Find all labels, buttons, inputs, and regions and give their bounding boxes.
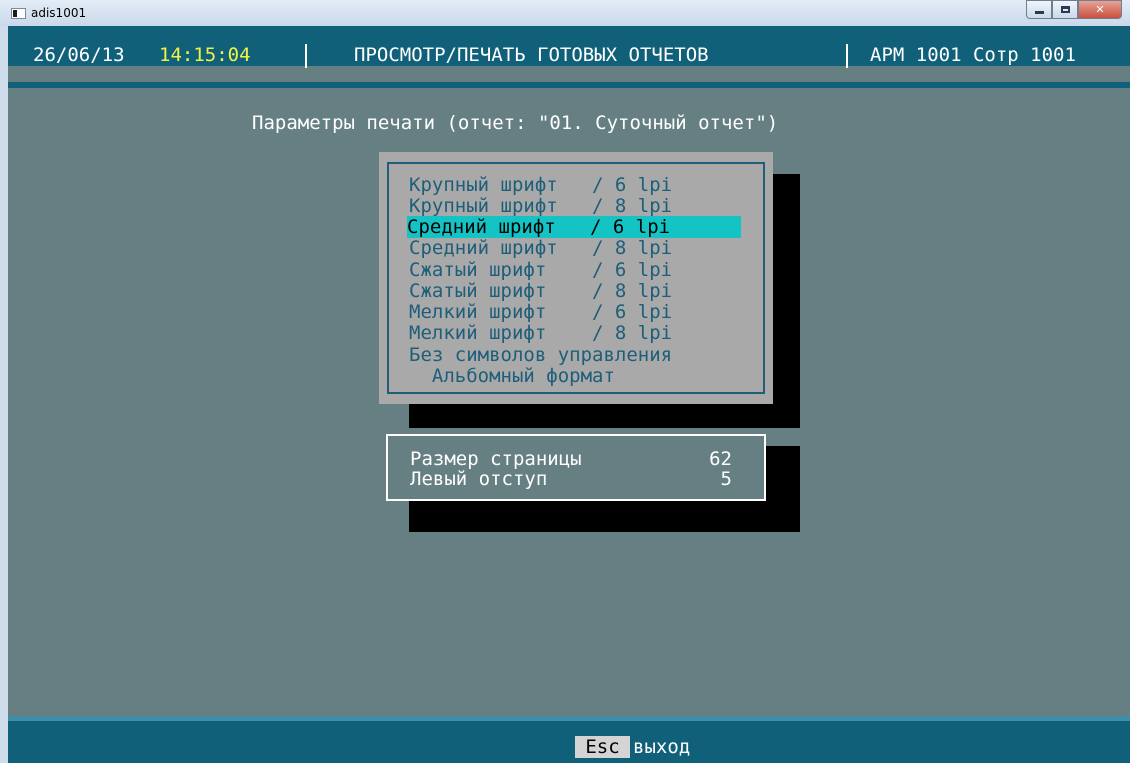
esc-key[interactable]: Esc [575,736,630,758]
header-title: ПРОСМОТР/ПЕЧАТЬ ГОТОВЫХ ОТЧЕТОВ [354,44,709,66]
window-left-border [0,26,8,763]
header-separator [305,44,307,68]
font-option-selected[interactable]: Средний шрифт / 6 lpi [407,216,741,238]
font-option[interactable]: Мелкий шрифт / 6 lpi [409,301,743,323]
left-margin-value[interactable]: 5 [721,468,732,490]
window-titlebar[interactable]: adis1001 ✕ [0,0,1130,26]
no-control-chars-option[interactable]: Без символов управления [409,344,743,366]
footer-line [8,716,1130,721]
app-icon [11,8,26,19]
landscape-format-option[interactable]: Альбомный формат [409,365,743,387]
header-time: 14:15:04 [159,44,251,66]
header-workstation: АРМ 1001 Сотр 1001 [870,44,1076,66]
exit-label: выход [633,736,691,758]
menu-shadow-right [773,174,800,428]
font-option[interactable]: Крупный шрифт / 6 lpi [409,174,743,196]
page-size-value[interactable]: 62 [709,448,732,470]
maximize-button[interactable] [1052,0,1078,19]
footer-bar: Esc выход [8,716,1130,763]
font-menu-panel: Крупный шрифт / 6 lpi Крупный шрифт / 8 … [379,152,773,404]
menu-shadow-bottom [409,404,800,428]
header-bar: 26/06/13 14:15:04 ПРОСМОТР/ПЕЧАТЬ ГОТОВЫ… [8,26,1130,68]
close-button[interactable]: ✕ [1078,0,1122,19]
font-option[interactable]: Крупный шрифт / 8 lpi [409,195,743,217]
close-icon: ✕ [1095,3,1105,16]
window-title: adis1001 [31,6,87,20]
window-controls: ✕ [1026,0,1122,20]
page-subtitle: Параметры печати (отчет: "01. Суточный о… [252,112,779,134]
minimize-button[interactable] [1026,0,1052,19]
header-separator [846,44,848,68]
page-size-label: Размер страницы [410,448,582,470]
page-params-panel: Размер страницы 62 Левый отступ 5 [386,434,766,501]
app-window: adis1001 ✕ 26/06/13 14:15:04 ПРОСМОТР/ПЕ… [0,0,1130,763]
left-margin-label: Левый отступ [410,468,548,490]
font-option[interactable]: Средний шрифт / 8 lpi [409,237,743,259]
params-shadow-bottom [409,501,800,532]
console-screen: 26/06/13 14:15:04 ПРОСМОТР/ПЕЧАТЬ ГОТОВЫ… [8,26,1130,763]
minimize-icon [1034,11,1044,14]
header-date: 26/06/13 [33,44,125,66]
font-option[interactable]: Сжатый шрифт / 6 lpi [409,259,743,281]
maximize-icon [1060,6,1070,13]
font-option[interactable]: Мелкий шрифт / 8 lpi [409,322,743,344]
font-option[interactable]: Сжатый шрифт / 8 lpi [409,280,743,302]
header-underline [8,82,1130,88]
